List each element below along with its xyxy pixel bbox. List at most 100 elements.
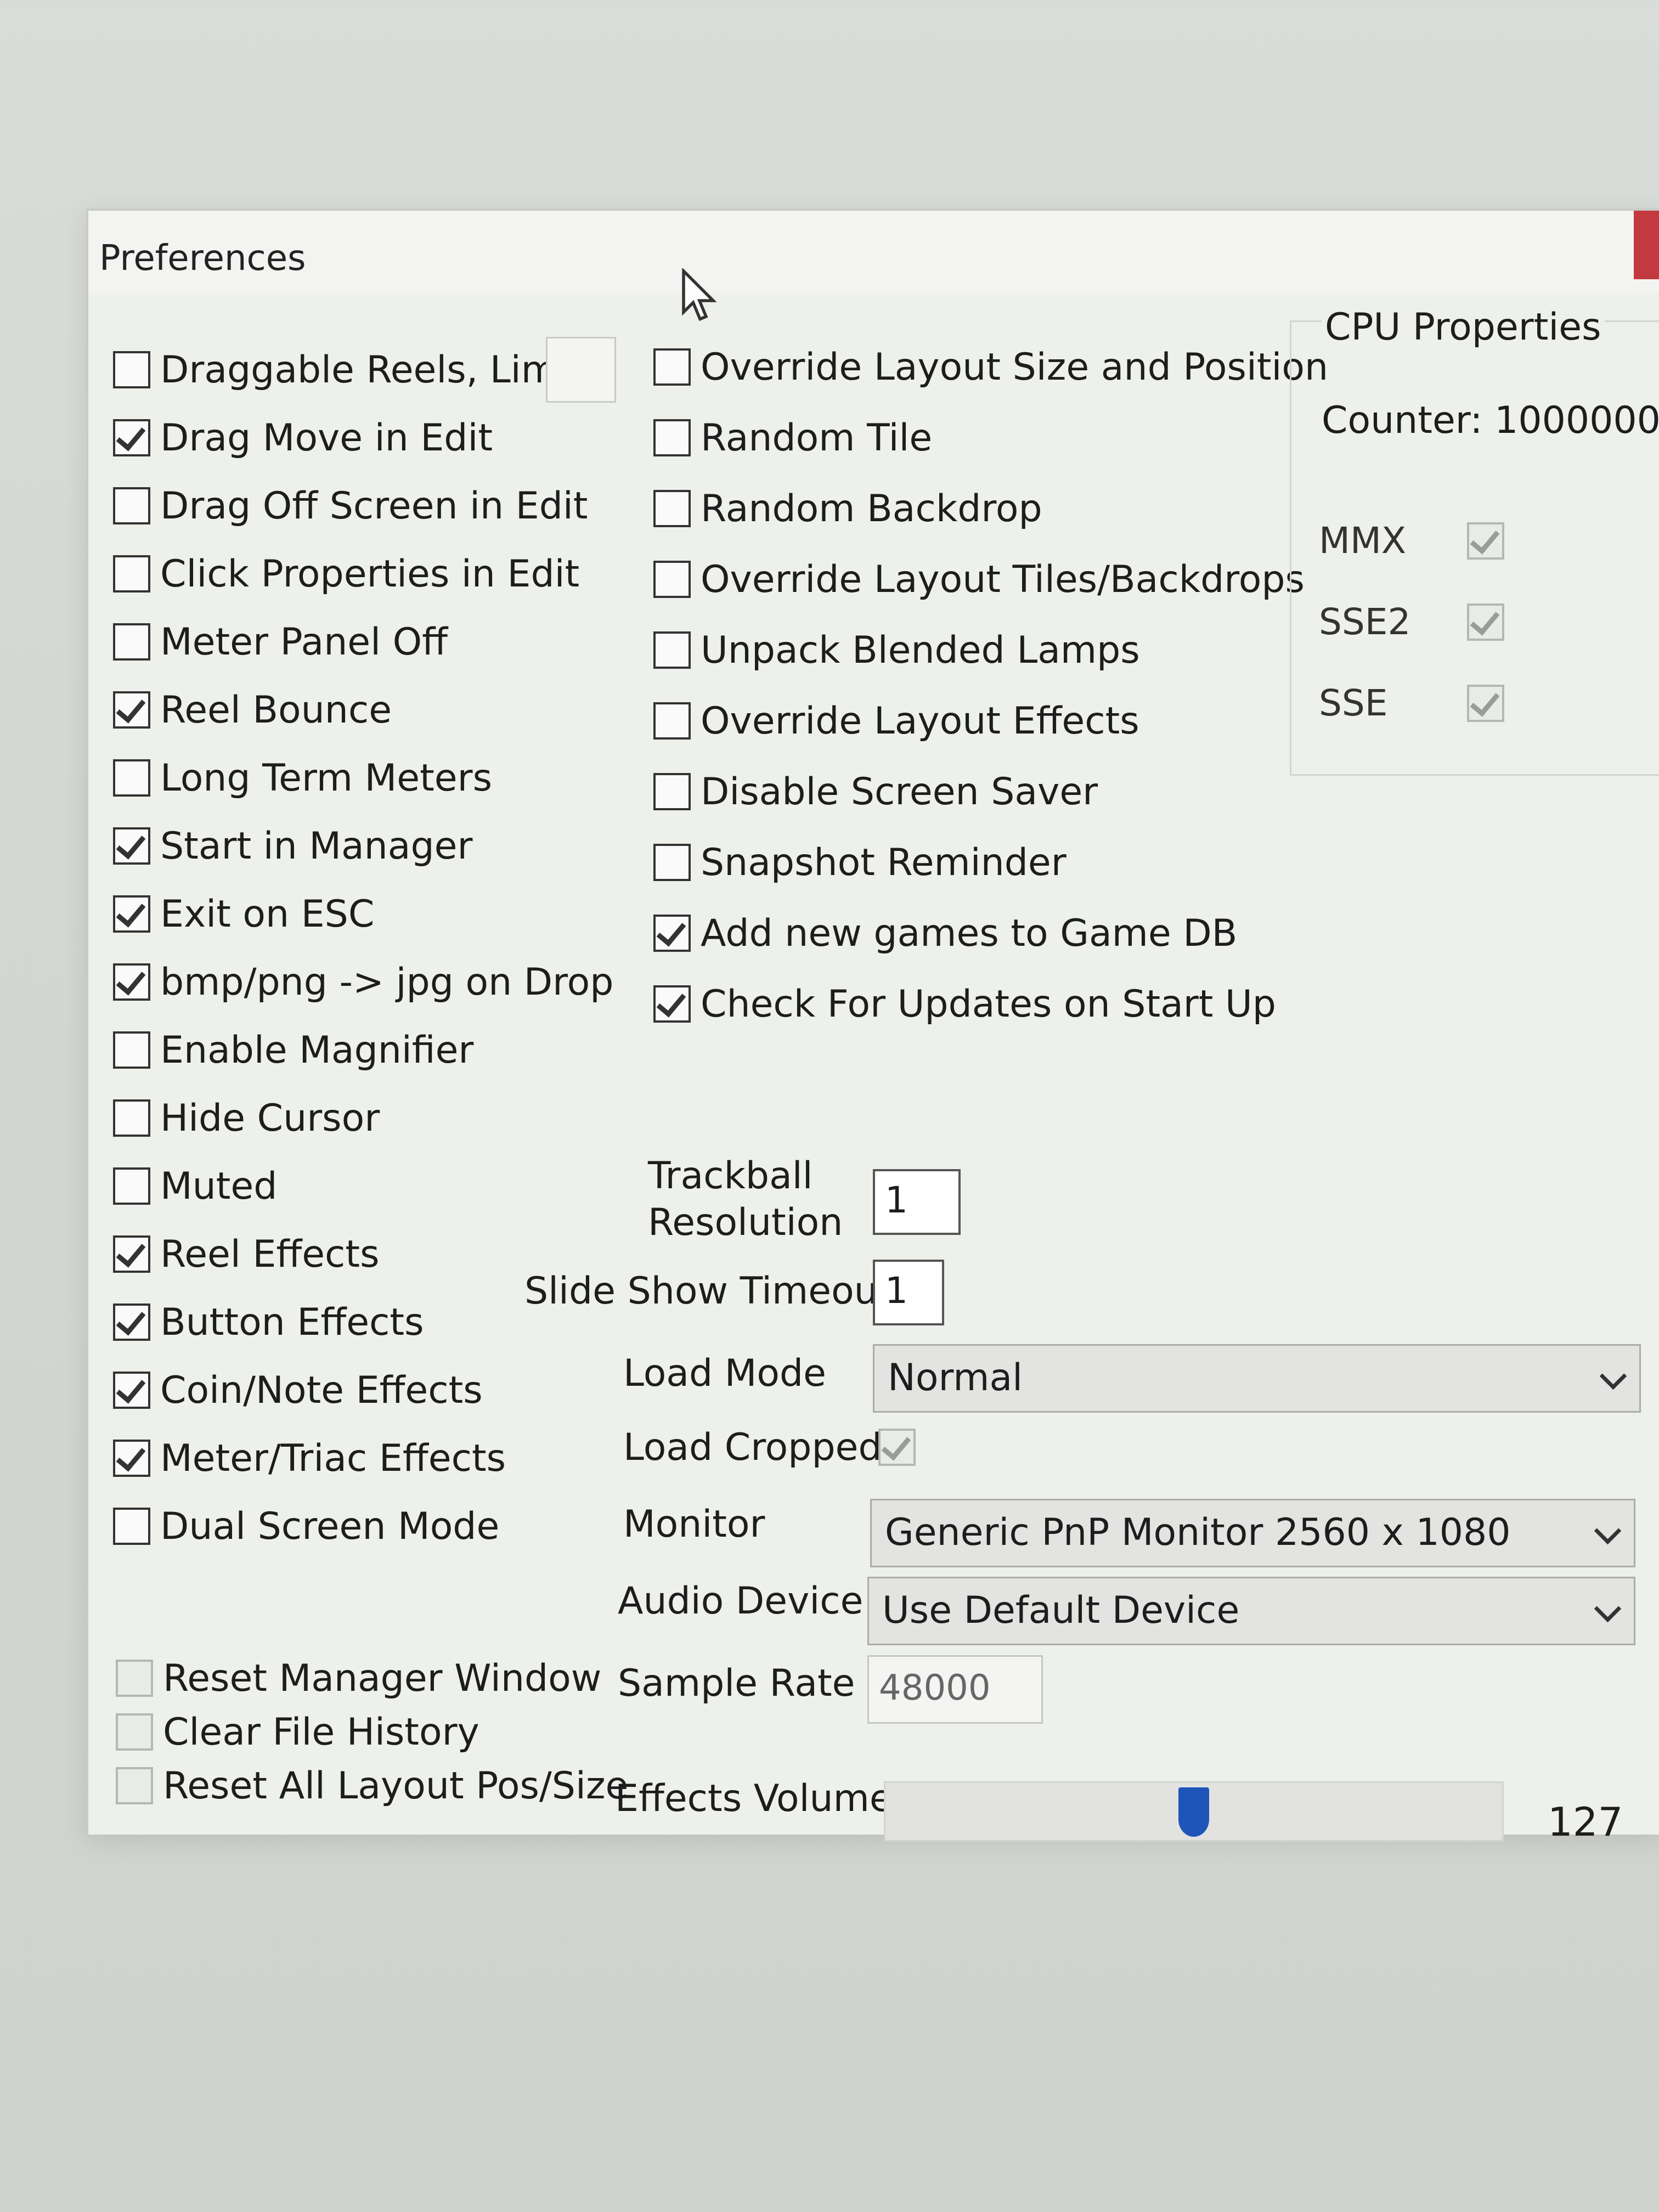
trackball-resolution-input[interactable]: 1 <box>873 1169 961 1235</box>
checkbox[interactable] <box>113 351 150 388</box>
option-override-layout-size-and-position[interactable]: Override Layout Size and Position <box>653 342 1328 392</box>
checkbox[interactable] <box>113 691 150 729</box>
checkbox[interactable] <box>113 895 150 933</box>
cpu-feature-name: MMX <box>1319 520 1407 562</box>
checkbox[interactable] <box>113 487 150 524</box>
checkbox[interactable] <box>113 759 150 797</box>
option-label: Reel Effects <box>160 1232 380 1276</box>
option-snapshot-reminder[interactable]: Snapshot Reminder <box>653 838 1066 887</box>
cpu-properties-title: CPU Properties <box>1322 306 1605 349</box>
checkbox[interactable] <box>653 915 691 952</box>
option-add-new-games-to-game-db[interactable]: Add new games to Game DB <box>653 909 1237 958</box>
option-drag-move-in-edit[interactable]: Drag Move in Edit <box>113 413 493 462</box>
cpu-feature-checkbox <box>1467 603 1504 641</box>
option-disable-screen-saver[interactable]: Disable Screen Saver <box>653 767 1098 816</box>
audio-device-value: Use Default Device <box>882 1589 1240 1632</box>
option-reset-all-layout-pos-size[interactable]: Reset All Layout Pos/Size <box>116 1761 628 1810</box>
option-check-for-updates-on-start-up[interactable]: Check For Updates on Start Up <box>653 979 1276 1029</box>
checkbox[interactable] <box>113 1372 150 1409</box>
option-button-effects[interactable]: Button Effects <box>113 1297 424 1347</box>
cpu-feature-checkbox <box>1467 684 1504 722</box>
load-mode-label: Load Mode <box>623 1352 827 1395</box>
checkbox[interactable] <box>113 555 150 592</box>
option-label: Snapshot Reminder <box>701 840 1066 884</box>
option-label: Enable Magnifier <box>160 1028 474 1072</box>
monitor-value: Generic PnP Monitor 2560 x 1080 <box>885 1511 1511 1554</box>
checkbox[interactable] <box>653 702 691 740</box>
trackball-label-line1: Trackball <box>648 1154 813 1198</box>
option-reel-bounce[interactable]: Reel Bounce <box>113 685 392 735</box>
checkbox[interactable] <box>113 1508 150 1545</box>
monitor-select[interactable]: Generic PnP Monitor 2560 x 1080 <box>870 1499 1635 1567</box>
option-label: Drag Off Screen in Edit <box>160 484 588 528</box>
effects-volume-slider[interactable] <box>884 1781 1504 1842</box>
checkbox[interactable] <box>113 1235 150 1273</box>
option-label: Meter Panel Off <box>160 620 448 664</box>
option-drag-off-screen-in-edit[interactable]: Drag Off Screen in Edit <box>113 481 588 531</box>
checkbox[interactable] <box>653 561 691 598</box>
load-cropped-checkbox[interactable] <box>878 1429 916 1466</box>
checkbox[interactable] <box>113 1031 150 1069</box>
checkbox[interactable] <box>653 631 691 669</box>
option-reset-manager-window[interactable]: Reset Manager Window <box>116 1654 601 1703</box>
checkbox[interactable] <box>116 1660 153 1697</box>
option-clear-file-history[interactable]: Clear File History <box>116 1707 479 1757</box>
slideshow-timeout-label: Slide Show Timeout <box>524 1269 893 1313</box>
checkbox[interactable] <box>653 419 691 456</box>
option-draggable-reels-limit[interactable]: Draggable Reels, Limit: <box>113 345 595 394</box>
checkbox[interactable] <box>653 490 691 527</box>
option-click-properties-in-edit[interactable]: Click Properties in Edit <box>113 549 579 599</box>
checkbox[interactable] <box>113 419 150 456</box>
option-random-tile[interactable]: Random Tile <box>653 413 932 462</box>
draggable-reels-limit-input[interactable] <box>546 337 616 403</box>
option-bmp-png-jpg-on-drop[interactable]: bmp/png -> jpg on Drop <box>113 957 613 1007</box>
checkbox[interactable] <box>653 844 691 881</box>
option-hide-cursor[interactable]: Hide Cursor <box>113 1093 380 1143</box>
option-exit-on-esc[interactable]: Exit on ESC <box>113 889 374 939</box>
title-bar[interactable]: Preferences <box>88 211 1659 293</box>
option-override-layout-effects[interactable]: Override Layout Effects <box>653 696 1139 746</box>
option-dual-screen-mode[interactable]: Dual Screen Mode <box>113 1502 499 1551</box>
close-button[interactable] <box>1634 211 1659 279</box>
cpu-counter: Counter: 10000000 <box>1322 399 1659 442</box>
checkbox[interactable] <box>113 827 150 865</box>
option-long-term-meters[interactable]: Long Term Meters <box>113 753 492 803</box>
option-coin-note-effects[interactable]: Coin/Note Effects <box>113 1365 483 1415</box>
checkbox[interactable] <box>113 623 150 661</box>
cpu-feature-name: SSE2 <box>1319 601 1411 643</box>
audio-device-label: Audio Device <box>618 1579 864 1623</box>
effects-volume-slider-thumb[interactable] <box>1178 1787 1209 1837</box>
cpu-feature-mmx: MMX <box>1319 520 1514 562</box>
option-override-layout-tiles-backdrops[interactable]: Override Layout Tiles/Backdrops <box>653 555 1305 604</box>
option-meter-panel-off[interactable]: Meter Panel Off <box>113 617 448 667</box>
sample-rate-input[interactable]: 48000 <box>867 1655 1043 1724</box>
checkbox[interactable] <box>113 1440 150 1477</box>
option-label: bmp/png -> jpg on Drop <box>160 960 614 1004</box>
option-muted[interactable]: Muted <box>113 1161 277 1211</box>
option-label: Override Layout Size and Position <box>701 345 1329 389</box>
option-label: Draggable Reels, Limit: <box>160 348 595 392</box>
checkbox[interactable] <box>653 773 691 810</box>
option-meter-triac-effects[interactable]: Meter/Triac Effects <box>113 1434 506 1483</box>
option-random-backdrop[interactable]: Random Backdrop <box>653 484 1042 533</box>
checkbox[interactable] <box>116 1713 153 1751</box>
option-start-in-manager[interactable]: Start in Manager <box>113 821 472 871</box>
option-unpack-blended-lamps[interactable]: Unpack Blended Lamps <box>653 625 1140 675</box>
option-reel-effects[interactable]: Reel Effects <box>113 1229 380 1279</box>
checkbox[interactable] <box>653 348 691 386</box>
option-label: Override Layout Tiles/Backdrops <box>701 557 1305 601</box>
checkbox[interactable] <box>113 963 150 1001</box>
option-label: Exit on ESC <box>160 892 375 936</box>
slideshow-timeout-input[interactable]: 1 <box>873 1260 944 1325</box>
checkbox[interactable] <box>113 1304 150 1341</box>
load-mode-select[interactable]: Normal <box>873 1344 1641 1413</box>
checkbox[interactable] <box>653 985 691 1023</box>
option-enable-magnifier[interactable]: Enable Magnifier <box>113 1025 473 1075</box>
cpu-properties-group: CPU Properties Counter: 10000000 MMX SSE2… <box>1290 306 1659 776</box>
option-label: Add new games to Game DB <box>701 911 1238 955</box>
audio-device-select[interactable]: Use Default Device <box>867 1577 1635 1645</box>
checkbox[interactable] <box>116 1767 153 1804</box>
preferences-window: Preferences Draggable Reels, Limit: Drag … <box>86 208 1659 1845</box>
checkbox[interactable] <box>113 1167 150 1205</box>
checkbox[interactable] <box>113 1099 150 1137</box>
